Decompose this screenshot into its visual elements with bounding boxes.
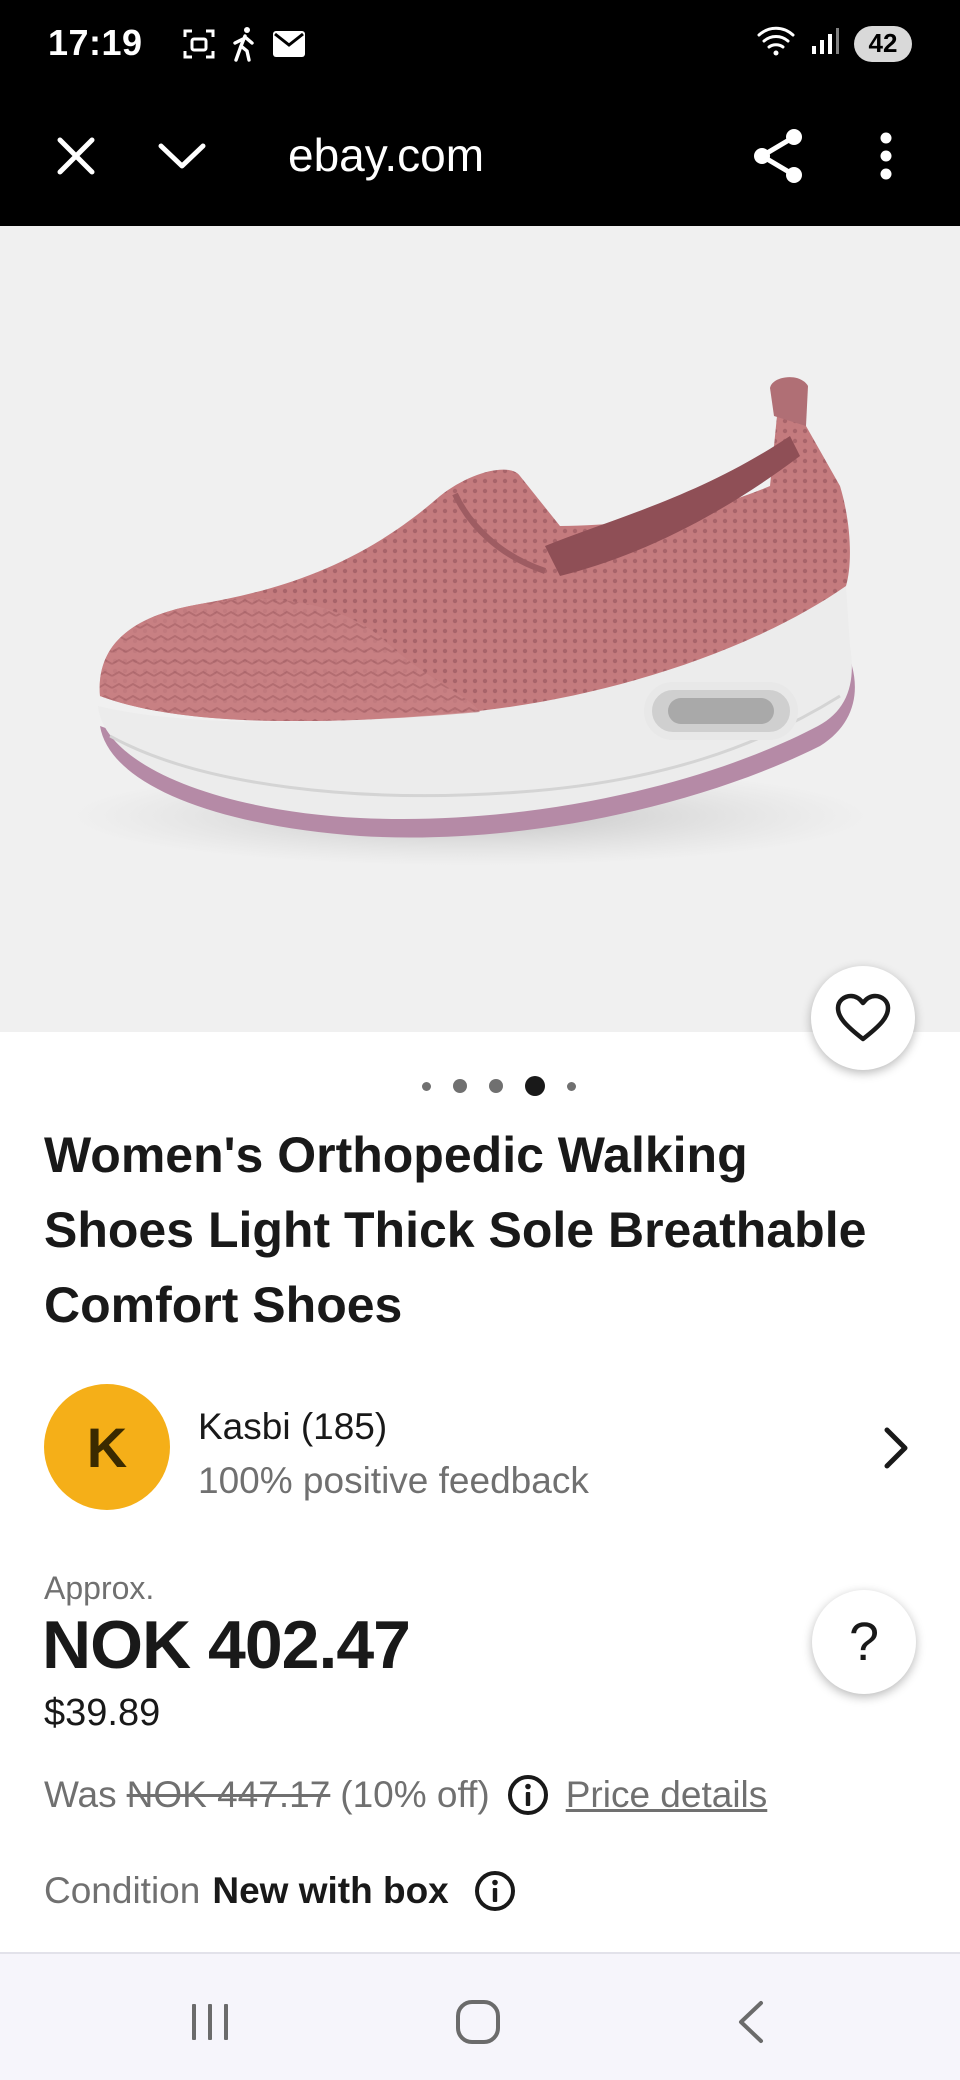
was-price: NOK 447.17 [126, 1774, 331, 1815]
price-details-link[interactable]: Price details [566, 1774, 768, 1816]
price-amount: NOK 402.47 [42, 1607, 411, 1683]
status-time: 17:19 [48, 22, 143, 63]
info-icon[interactable] [506, 1773, 550, 1817]
seller-avatar: K [44, 1384, 170, 1510]
seller-row[interactable]: K Kasbi (185) 100% positive feedback [0, 1380, 960, 1516]
close-icon[interactable] [44, 124, 108, 188]
wifi-icon [756, 24, 796, 63]
heart-icon [835, 993, 891, 1042]
screenshot-icon [182, 27, 216, 66]
recent-apps-icon[interactable] [186, 1998, 234, 2046]
was-price-row: Was NOK 447.17 (10% off) Price details [44, 1770, 767, 1820]
discount-label: (10% off) [340, 1774, 490, 1815]
url-bar[interactable]: ebay.com [288, 128, 484, 182]
carousel-dot[interactable] [567, 1081, 576, 1091]
condition-row: Condition New with box [44, 1866, 517, 1916]
carousel-dot-active[interactable] [525, 1076, 545, 1096]
condition-value: New with box [212, 1870, 449, 1911]
seller-feedback: 100% positive feedback [198, 1460, 589, 1501]
chevron-down-icon[interactable] [150, 124, 214, 188]
condition-info-icon[interactable] [473, 1869, 517, 1913]
approx-label: Approx. [44, 1570, 155, 1606]
browser-toolbar: ebay.com [0, 90, 960, 226]
help-button[interactable]: ? [812, 1590, 916, 1694]
back-icon[interactable] [726, 1994, 774, 2050]
mail-icon [272, 30, 306, 63]
condition-label: Condition [44, 1870, 201, 1911]
system-nav-bar [0, 1952, 960, 2080]
home-icon[interactable] [450, 1994, 506, 2050]
chevron-right-icon[interactable] [872, 1420, 920, 1476]
was-label: Was [44, 1774, 117, 1815]
product-title: Women's Orthopedic Walking Shoes Light T… [44, 1127, 867, 1333]
share-icon[interactable] [746, 120, 810, 192]
battery-icon: 42 [854, 25, 912, 62]
shoe-illustration [70, 377, 870, 866]
carousel-dot[interactable] [453, 1079, 467, 1093]
status-icons-right: 42 [756, 24, 912, 63]
walking-icon [230, 26, 258, 67]
signal-icon [810, 26, 840, 61]
seller-name: Kasbi (185) [198, 1406, 388, 1447]
carousel-dots[interactable] [0, 1074, 960, 1098]
status-icons-left [182, 26, 306, 67]
price-converted: $39.89 [44, 1692, 161, 1734]
carousel-dot[interactable] [422, 1081, 431, 1091]
more-vertical-icon[interactable] [866, 120, 906, 192]
product-image[interactable] [0, 226, 960, 1032]
carousel-dot[interactable] [489, 1079, 503, 1093]
status-bar: 17:19 42 [0, 0, 960, 90]
watch-heart-button[interactable] [811, 966, 915, 1070]
